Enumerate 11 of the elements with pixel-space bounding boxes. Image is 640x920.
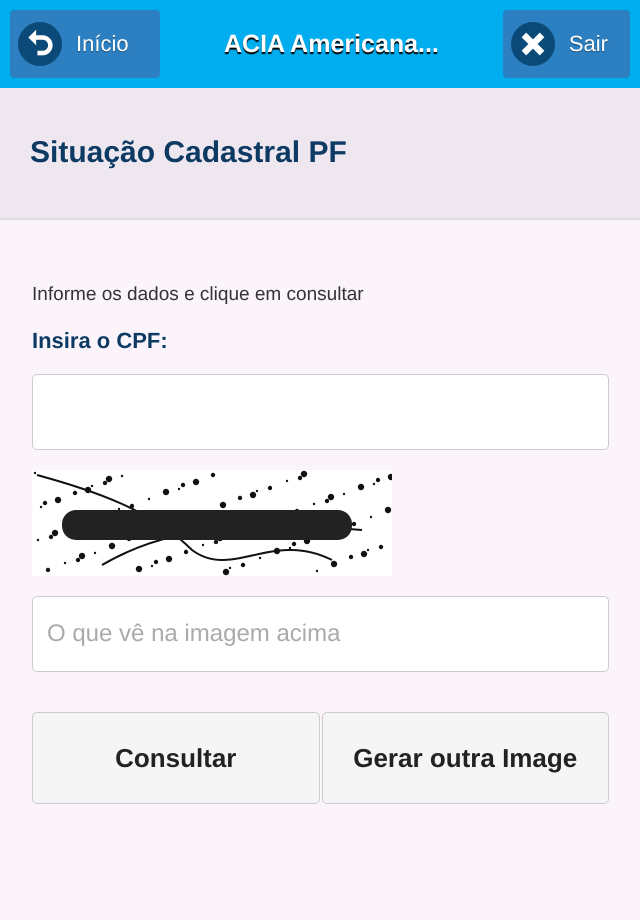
action-button[interactable]: Consultar	[32, 712, 320, 804]
exit-button[interactable]: Sair	[502, 10, 630, 78]
captcha-answer-field[interactable]: O que vê na imagem acima	[32, 596, 609, 672]
app-title: ACIA Americana...	[224, 30, 439, 58]
action-button[interactable]: Gerar outra Image	[322, 712, 609, 804]
home-button[interactable]: Início	[10, 10, 160, 78]
cpf-label: Insira o CPF:	[32, 328, 169, 354]
cpf-field[interactable]	[32, 374, 609, 450]
page-title: Situação Cadastral PF	[30, 136, 347, 170]
instruction-text: Informe os dados e clique em consultar	[32, 284, 365, 306]
close-icon	[510, 22, 555, 66]
